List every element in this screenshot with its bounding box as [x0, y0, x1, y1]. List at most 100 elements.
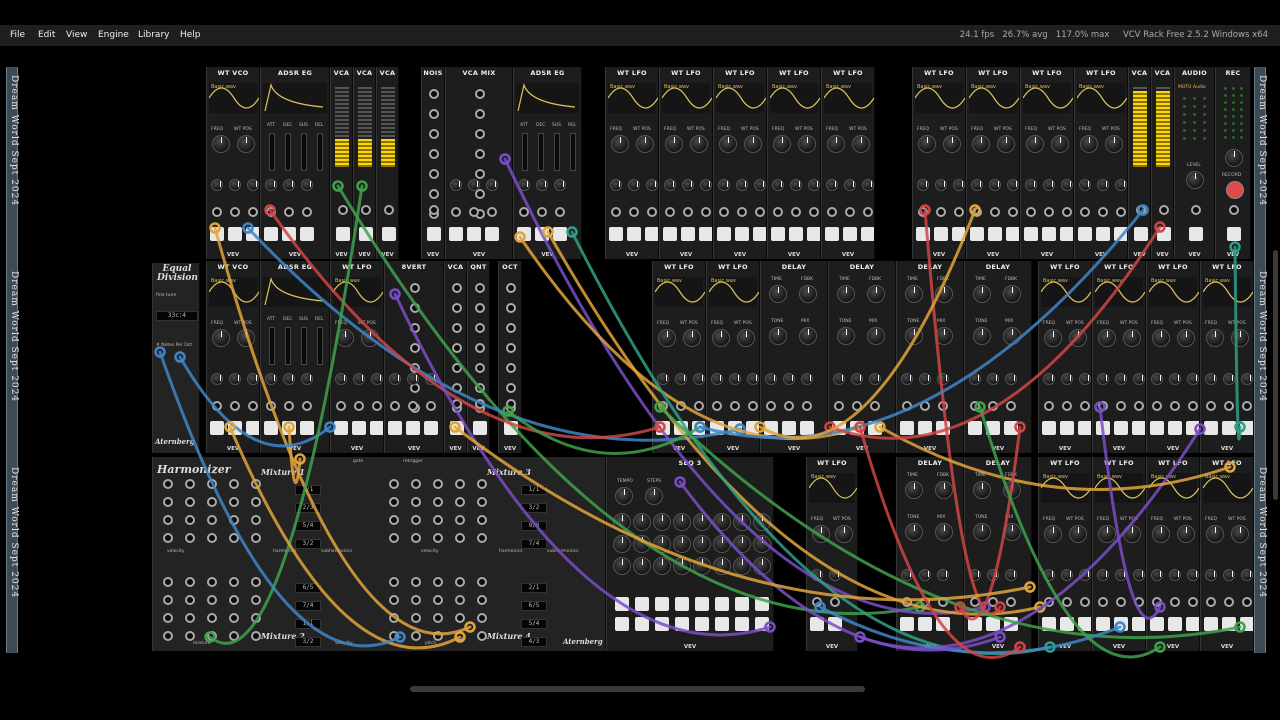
attenuator-knob[interactable] [335, 373, 347, 385]
attenuator-knob[interactable] [389, 373, 401, 385]
attenuator-knob[interactable] [610, 179, 622, 191]
attenuator-knob[interactable] [1007, 179, 1019, 191]
output-jack[interactable] [771, 227, 785, 241]
harmonizer-jack[interactable] [433, 577, 443, 587]
att-slider[interactable] [269, 327, 275, 365]
input-jack[interactable] [487, 207, 497, 217]
input-jack[interactable] [1242, 597, 1252, 607]
step-knob[interactable] [693, 535, 711, 553]
jack[interactable] [451, 383, 462, 393]
mix-knob[interactable] [867, 327, 885, 345]
freq-knob[interactable] [336, 329, 354, 347]
freq-knob[interactable] [212, 329, 230, 347]
attenuator-knob[interactable] [987, 569, 999, 581]
input-jack[interactable] [1062, 597, 1072, 607]
tone-knob[interactable] [973, 523, 991, 541]
output-jack[interactable] [1042, 421, 1056, 435]
attenuator-knob[interactable] [783, 373, 795, 385]
harmonizer-jack[interactable] [411, 533, 421, 543]
output-jack[interactable] [681, 227, 695, 241]
output-jack[interactable] [1114, 421, 1128, 435]
input-jack[interactable] [920, 401, 930, 411]
output-jack[interactable] [810, 617, 824, 631]
wt-pos-knob[interactable] [943, 135, 961, 153]
input-jack[interactable] [1116, 597, 1126, 607]
wt-pos-knob[interactable] [361, 329, 379, 347]
input-jack[interactable] [1080, 597, 1090, 607]
input-jack[interactable] [936, 207, 946, 217]
attenuator-knob[interactable] [1043, 179, 1055, 191]
output-jack[interactable] [1060, 617, 1074, 631]
output-jack[interactable] [986, 421, 1000, 435]
harmonizer-jack[interactable] [207, 497, 217, 507]
output-jack[interactable] [1114, 227, 1127, 241]
input-jack[interactable] [694, 401, 704, 411]
input-jack[interactable] [1206, 597, 1216, 607]
input-jack[interactable] [1242, 401, 1252, 411]
attenuator-knob[interactable] [919, 373, 931, 385]
output-jack[interactable] [1006, 227, 1019, 241]
wt-pos-knob[interactable] [1177, 525, 1195, 543]
input-jack[interactable] [658, 401, 668, 411]
output-jack[interactable] [449, 421, 464, 435]
harmonizer-jack[interactable] [411, 497, 421, 507]
harmonizer-jack[interactable] [389, 479, 399, 489]
input-jack[interactable] [266, 207, 276, 217]
step-knob[interactable] [713, 557, 731, 575]
adsr-eg-module[interactable]: ADSR EG ATT DEC SUS REL VEV [260, 261, 330, 453]
output-jack[interactable] [807, 227, 820, 241]
input-jack[interactable] [506, 399, 516, 409]
attenuator-knob[interactable] [919, 569, 931, 581]
output-jack[interactable] [916, 227, 930, 241]
attenuator-knob[interactable] [1025, 179, 1037, 191]
harmonizer-jack[interactable] [251, 613, 261, 623]
output-jack[interactable] [728, 421, 742, 435]
attenuator-knob[interactable] [1169, 373, 1181, 385]
vca-module[interactable]: VCA VEV [330, 67, 353, 259]
adsr-eg-module[interactable]: ADSR EG ATT DEC SUS REL VEV [260, 67, 330, 259]
adsr-eg-module[interactable]: ADSR EG ATT DEC SUS REL VEV [513, 67, 582, 259]
output-jack[interactable] [264, 227, 278, 241]
input-jack[interactable] [920, 597, 930, 607]
output-jack[interactable] [1240, 421, 1253, 435]
input-jack[interactable] [852, 401, 862, 411]
harmonizer-jack[interactable] [477, 631, 487, 641]
vca-module[interactable]: VCA VEV [376, 67, 399, 259]
attenuator-knob[interactable] [1205, 373, 1217, 385]
input-jack[interactable] [230, 401, 240, 411]
attenuator-knob[interactable] [935, 179, 947, 191]
input-jack[interactable] [248, 401, 258, 411]
output-jack[interactable] [210, 421, 224, 435]
jack[interactable] [506, 303, 516, 313]
oct-module[interactable]: OCT VEV [498, 261, 522, 453]
step-knob[interactable] [753, 557, 771, 575]
wt-lfo-module[interactable]: WT LFO Basic.wav FREQ WT POS VEV [1038, 457, 1092, 651]
attenuator-knob[interactable] [969, 373, 981, 385]
menu-edit[interactable]: Edit [38, 25, 55, 46]
output-jack[interactable] [1004, 421, 1018, 435]
harmonizer-jack[interactable] [185, 497, 195, 507]
attenuator-knob[interactable] [518, 179, 530, 191]
output-jack[interactable] [850, 421, 864, 435]
level-knob[interactable] [1225, 149, 1243, 167]
attenuator-knob[interactable] [901, 373, 913, 385]
output-jack[interactable] [735, 227, 749, 241]
jack[interactable] [474, 283, 485, 293]
input-jack[interactable] [870, 401, 880, 411]
output-jack[interactable] [1042, 227, 1056, 241]
step-knob[interactable] [733, 513, 751, 531]
attenuator-knob[interactable] [628, 179, 640, 191]
freq-knob[interactable] [1080, 135, 1098, 153]
step-knob[interactable] [653, 535, 671, 553]
input-jack[interactable] [1080, 207, 1090, 217]
harmonizer-jack[interactable] [455, 631, 465, 641]
input-jack[interactable] [830, 597, 840, 607]
attenuator-knob[interactable] [425, 373, 437, 385]
harmonizer-jack[interactable] [411, 631, 421, 641]
harmonizer-jack[interactable] [185, 533, 195, 543]
input-jack[interactable] [1044, 207, 1054, 217]
output-jack[interactable] [388, 421, 402, 435]
wt-pos-knob[interactable] [1069, 525, 1087, 543]
attenuator-knob[interactable] [987, 373, 999, 385]
attenuator-knob[interactable] [1061, 179, 1073, 191]
